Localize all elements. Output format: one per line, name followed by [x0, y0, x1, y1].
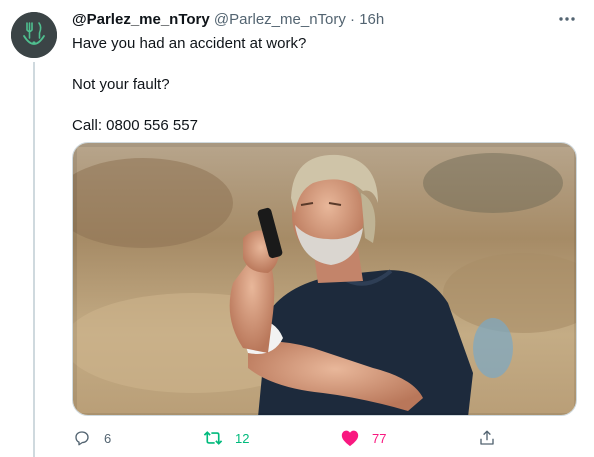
separator-dot: ·: [350, 11, 356, 28]
tweet-actions: 6 12 77: [72, 426, 502, 450]
tweet-text-line: Have you had an accident at work?: [72, 35, 307, 52]
tweet-text-line: Call: 0800 556 557: [72, 117, 198, 134]
like-count: 77: [372, 430, 387, 446]
more-button[interactable]: [556, 9, 578, 29]
tweet-header: @Parlez_me_nTory @Parlez_me_nTory · 16h: [72, 10, 384, 30]
avatar-logo-icon: [11, 12, 57, 58]
like-button[interactable]: 77: [340, 426, 386, 450]
tweet[interactable]: @Parlez_me_nTory @Parlez_me_nTory · 16h …: [0, 0, 594, 457]
tweet-text: Have you had an accident at work? Not yo…: [72, 34, 572, 136]
more-horizontal-icon: [559, 17, 575, 21]
reply-icon: [72, 428, 92, 448]
user-handle[interactable]: @Parlez_me_nTory: [214, 11, 346, 28]
avatar[interactable]: [11, 12, 57, 58]
heart-filled-icon: [340, 428, 360, 448]
tweet-text-line: Not your fault?: [72, 76, 170, 93]
retweet-count: 12: [235, 430, 250, 446]
tweet-photo[interactable]: [72, 142, 577, 416]
thread-line: [33, 62, 35, 457]
reply-button[interactable]: 6: [72, 426, 111, 450]
display-name[interactable]: @Parlez_me_nTory: [72, 11, 210, 28]
share-button[interactable]: [477, 426, 497, 450]
share-icon: [477, 428, 497, 448]
retweet-button[interactable]: 12: [203, 426, 249, 450]
retweet-icon: [203, 428, 223, 448]
timestamp[interactable]: 16h: [359, 11, 384, 28]
photo-man-on-phone: [73, 143, 576, 415]
reply-count: 6: [104, 430, 112, 446]
